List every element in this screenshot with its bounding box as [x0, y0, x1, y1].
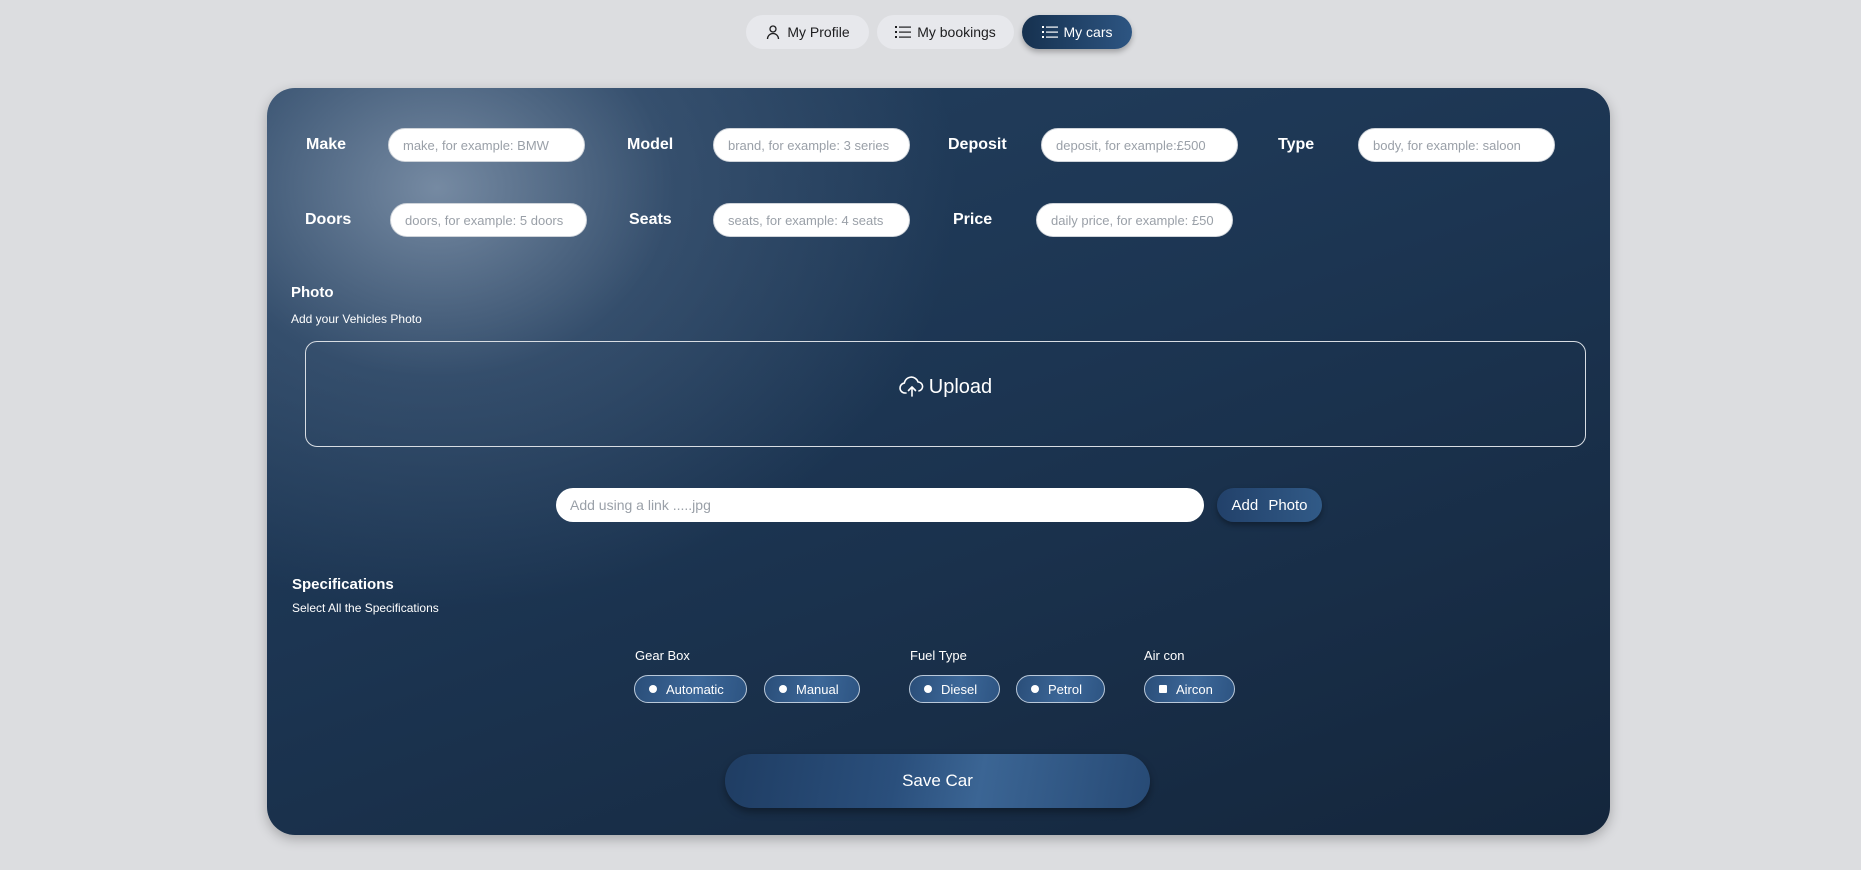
doors-input[interactable]	[390, 203, 587, 237]
type-label: Type	[1278, 136, 1315, 153]
top-nav: My Profile My bookings My cars	[746, 15, 1132, 49]
radio-dot-icon	[779, 685, 787, 693]
fuel-petrol-option[interactable]: Petrol	[1016, 675, 1105, 703]
price-input[interactable]	[1036, 203, 1233, 237]
photo-link-input[interactable]	[556, 488, 1204, 522]
user-icon	[765, 24, 781, 40]
checkbox-icon	[1159, 685, 1167, 693]
aircon-option[interactable]: Aircon	[1144, 675, 1235, 703]
nav-my-profile-label: My Profile	[787, 24, 850, 40]
photo-section-subtitle: Add your Vehicles Photo	[291, 312, 422, 326]
nav-my-cars-label: My cars	[1063, 24, 1113, 40]
save-car-button[interactable]: Save Car	[725, 754, 1150, 808]
radio-dot-icon	[924, 685, 932, 693]
make-input[interactable]	[388, 128, 585, 162]
photo-section-title: Photo	[291, 284, 334, 301]
add-photo-button[interactable]: Add Photo	[1217, 488, 1322, 522]
option-label: Automatic	[666, 681, 724, 697]
type-input[interactable]	[1358, 128, 1555, 162]
fuel-diesel-option[interactable]: Diesel	[909, 675, 1000, 703]
make-label: Make	[306, 136, 347, 153]
nav-my-bookings-label: My bookings	[917, 24, 996, 40]
option-label: Manual	[796, 681, 839, 697]
deposit-label: Deposit	[948, 136, 1007, 153]
upload-dropzone[interactable]: Upload	[305, 341, 1586, 447]
nav-my-profile-button[interactable]: My Profile	[746, 15, 869, 49]
fuel-type-label: Fuel Type	[910, 648, 967, 663]
deposit-input[interactable]	[1041, 128, 1238, 162]
radio-dot-icon	[649, 685, 657, 693]
radio-dot-icon	[1031, 685, 1039, 693]
option-label: Aircon	[1176, 681, 1213, 697]
gearbox-manual-option[interactable]: Manual	[764, 675, 860, 703]
gearbox-automatic-option[interactable]: Automatic	[634, 675, 747, 703]
specifications-section-title: Specifications	[292, 576, 394, 593]
list-icon	[895, 25, 912, 39]
doors-label: Doors	[305, 211, 352, 228]
gearbox-label: Gear Box	[635, 648, 690, 663]
upload-label: Upload	[928, 375, 993, 398]
option-label: Petrol	[1048, 681, 1082, 697]
model-input[interactable]	[713, 128, 910, 162]
seats-input[interactable]	[713, 203, 910, 237]
model-label: Model	[627, 136, 674, 153]
cloud-upload-icon	[899, 376, 925, 398]
nav-my-bookings-button[interactable]: My bookings	[877, 15, 1014, 49]
specifications-section-subtitle: Select All the Specifications	[292, 601, 439, 615]
option-label: Diesel	[941, 681, 978, 697]
add-car-form-card: Make Model Deposit Type Doors Seats Pric…	[267, 88, 1610, 835]
aircon-label: Air con	[1144, 648, 1185, 663]
price-label: Price	[953, 211, 993, 228]
nav-my-cars-button[interactable]: My cars	[1022, 15, 1132, 49]
seats-label: Seats	[629, 211, 672, 228]
list-icon	[1041, 25, 1058, 39]
